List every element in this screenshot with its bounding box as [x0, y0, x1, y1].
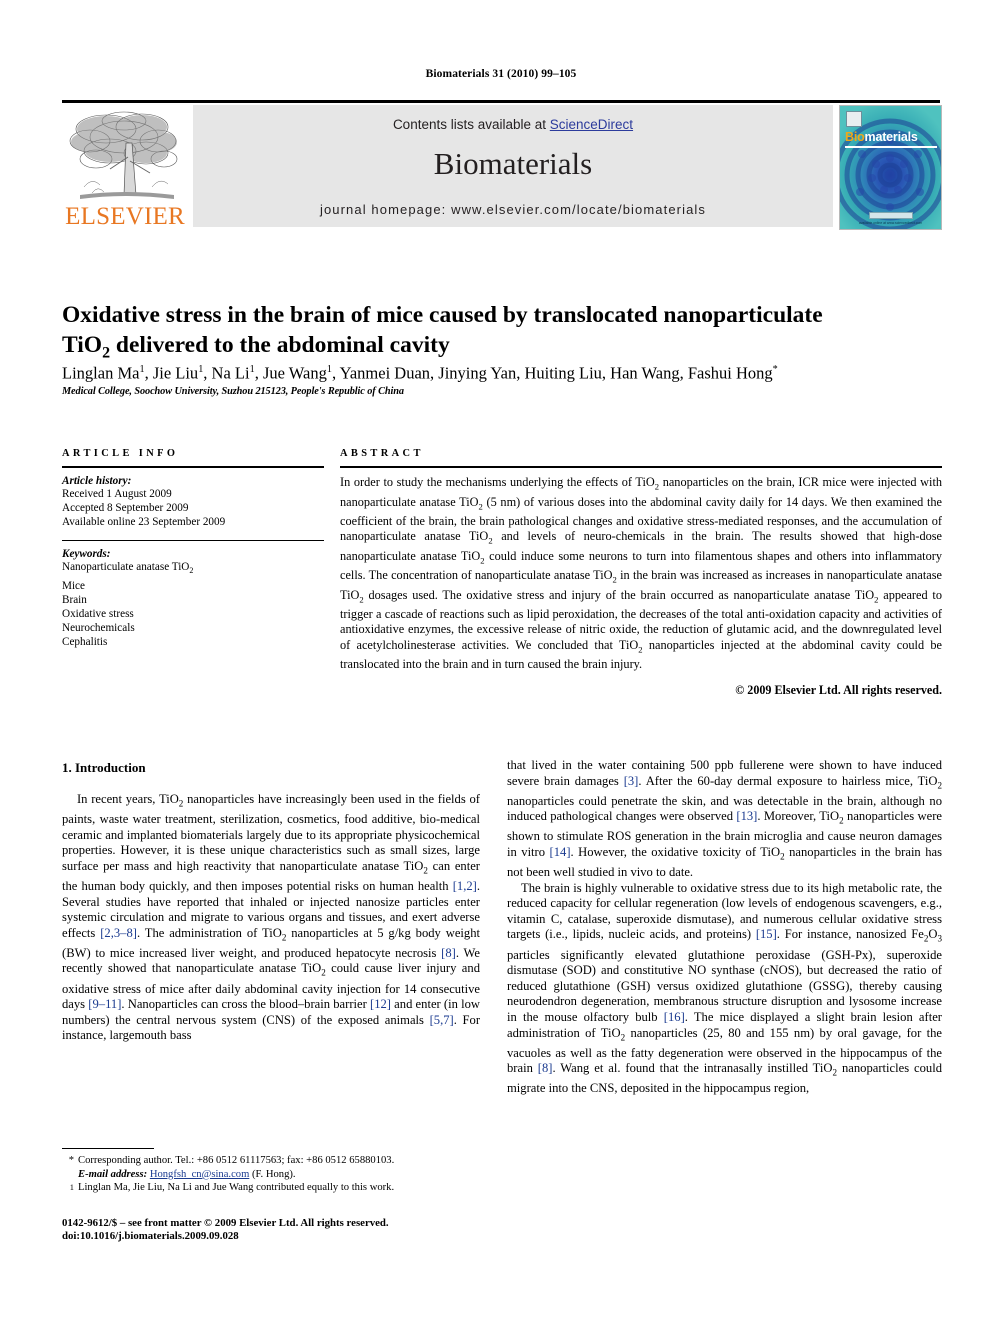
journal-cover-thumbnail: Biomaterials available online at www.sci… [839, 105, 942, 230]
citation-ref[interactable]: [5,7] [430, 1013, 454, 1027]
title-line-2-post: delivered to the abdominal cavity [110, 331, 450, 358]
citation-ref[interactable]: [9–11] [88, 997, 121, 1011]
title-line-1: Oxidative stress in the brain of mice ca… [62, 301, 823, 328]
citation-ref[interactable]: [13] [736, 809, 757, 823]
issn-front-matter-line: 0142-9612/$ – see front matter © 2009 El… [62, 1217, 389, 1229]
elsevier-wordmark: ELSEVIER [65, 203, 185, 230]
footnote-equal-contribution: 1 Linglan Ma, Jie Liu, Na Li and Jue Wan… [62, 1181, 482, 1195]
footnote-corresponding-text: Corresponding author. Tel.: +86 0512 611… [78, 1155, 395, 1166]
keywords-label: Keywords: [62, 548, 111, 561]
section-heading-introduction: 1. Introduction [62, 760, 146, 775]
paragraph: The brain is highly vulnerable to oxidat… [507, 880, 943, 1096]
journal-masthead: ELSEVIER Contents lists available at Sci… [62, 100, 942, 232]
keyword-item: Nanoparticulate anatase TiO2 [62, 561, 194, 576]
citation-ref[interactable]: [12] [370, 997, 391, 1011]
masthead-top-rule [62, 100, 940, 103]
keyword-item: Brain [62, 593, 87, 606]
elsevier-logo: ELSEVIER [62, 105, 188, 232]
title-line-2-pre: TiO [62, 331, 103, 358]
keywords-rule [62, 539, 324, 542]
body-column-right: that lived in the water containing 500 p… [507, 758, 942, 1097]
cover-footer-text: available online at www.sciencedirect.co… [858, 221, 923, 225]
footnote-block: * Corresponding author. Tel.: +86 0512 6… [62, 1154, 482, 1195]
doi-line: doi:10.1016/j.biomaterials.2009.09.028 [62, 1230, 239, 1242]
page-title: Oxidative stress in the brain of mice ca… [62, 300, 942, 369]
citation-ref[interactable]: [3] [624, 774, 639, 788]
sciencedirect-link[interactable]: ScienceDirect [550, 117, 633, 132]
cover-elsevier-mark-icon [846, 111, 862, 127]
article-info-abstract-block: ARTICLE INFO Article history: Received 1… [62, 448, 942, 713]
footnote-separator-rule [62, 1148, 154, 1150]
footnote-corresponding-author: * Corresponding author. Tel.: +86 0512 6… [62, 1154, 482, 1181]
keyword-item: Mice [62, 579, 85, 592]
body-column-left: In recent years, TiO2 nanoparticles have… [62, 792, 480, 1044]
email-suffix: (F. Hong). [249, 1168, 296, 1180]
citation-ref[interactable]: [8] [538, 1061, 553, 1075]
keyword-item: Neurochemicals [62, 622, 135, 635]
journal-title: Biomaterials [433, 146, 593, 181]
article-history-online: Available online 23 September 2009 [62, 516, 226, 529]
running-head: Biomaterials 31 (2010) 99–105 [425, 68, 577, 80]
corresponding-email-link[interactable]: Hongfsh_cn@sina.com [150, 1169, 250, 1180]
citation-ref[interactable]: [16] [664, 1010, 685, 1024]
article-info-column: ARTICLE INFO Article history: Received 1… [62, 448, 324, 650]
abstract-copyright: © 2009 Elsevier Ltd. All rights reserved… [735, 683, 942, 698]
journal-homepage-link[interactable]: journal homepage: www.elsevier.com/locat… [193, 202, 833, 217]
abstract-heading: ABSTRACT [340, 448, 424, 459]
email-label: E-mail address: [78, 1168, 148, 1180]
article-info-heading: ARTICLE INFO [62, 448, 179, 459]
citation-ref[interactable]: [8] [441, 946, 456, 960]
cover-title-bio: Bio [845, 130, 865, 144]
footnote-marker: * [68, 1155, 74, 1166]
citation-ref[interactable]: [14] [550, 845, 571, 859]
citation-ref[interactable]: [15] [756, 927, 777, 941]
article-info-rule [62, 466, 324, 468]
journal-article-page: Biomaterials 31 (2010) 99–105 ELSEVIER C… [0, 0, 992, 1323]
journal-banner: Contents lists available at ScienceDirec… [193, 105, 833, 227]
keyword-item: Oxidative stress [62, 608, 134, 621]
cover-title-materials: materials [864, 130, 918, 144]
page-footer: 0142-9612/$ – see front matter © 2009 El… [62, 1217, 492, 1243]
citation-ref[interactable]: [1,2] [453, 879, 477, 893]
article-history-accepted: Accepted 8 September 2009 [62, 502, 189, 515]
abstract-text: In order to study the mechanisms underly… [340, 475, 943, 672]
article-history-label: Article history: [62, 475, 132, 487]
elsevier-tree-icon [69, 111, 178, 199]
contents-lists-line: Contents lists available at ScienceDirec… [193, 117, 833, 132]
paragraph: that lived in the water containing 500 p… [507, 758, 942, 880]
contents-lists-prefix: Contents lists available at [392, 117, 550, 132]
cover-title-underline [845, 146, 937, 148]
author-list: Linglan Ma1, Jie Liu1, Na Li1, Jue Wang1… [62, 363, 778, 383]
footnote-marker: 1 [69, 1182, 74, 1193]
keyword-item: Cephalitis [62, 636, 108, 649]
footnote-equal-text: Linglan Ma, Jie Liu, Na Li and Jue Wang … [78, 1182, 395, 1194]
title-subscript: 2 [102, 344, 111, 362]
cover-footer-bar [869, 212, 913, 219]
abstract-rule [340, 466, 942, 468]
paragraph: In recent years, TiO2 nanoparticles have… [62, 792, 481, 1043]
cover-title: Biomaterials [845, 130, 918, 144]
author-affiliation: Medical College, Soochow University, Suz… [62, 386, 404, 397]
article-history-received: Received 1 August 2009 [62, 488, 172, 500]
citation-ref[interactable]: [2,3–8] [100, 926, 137, 940]
abstract-column: ABSTRACT In order to study the mechanism… [340, 448, 942, 698]
